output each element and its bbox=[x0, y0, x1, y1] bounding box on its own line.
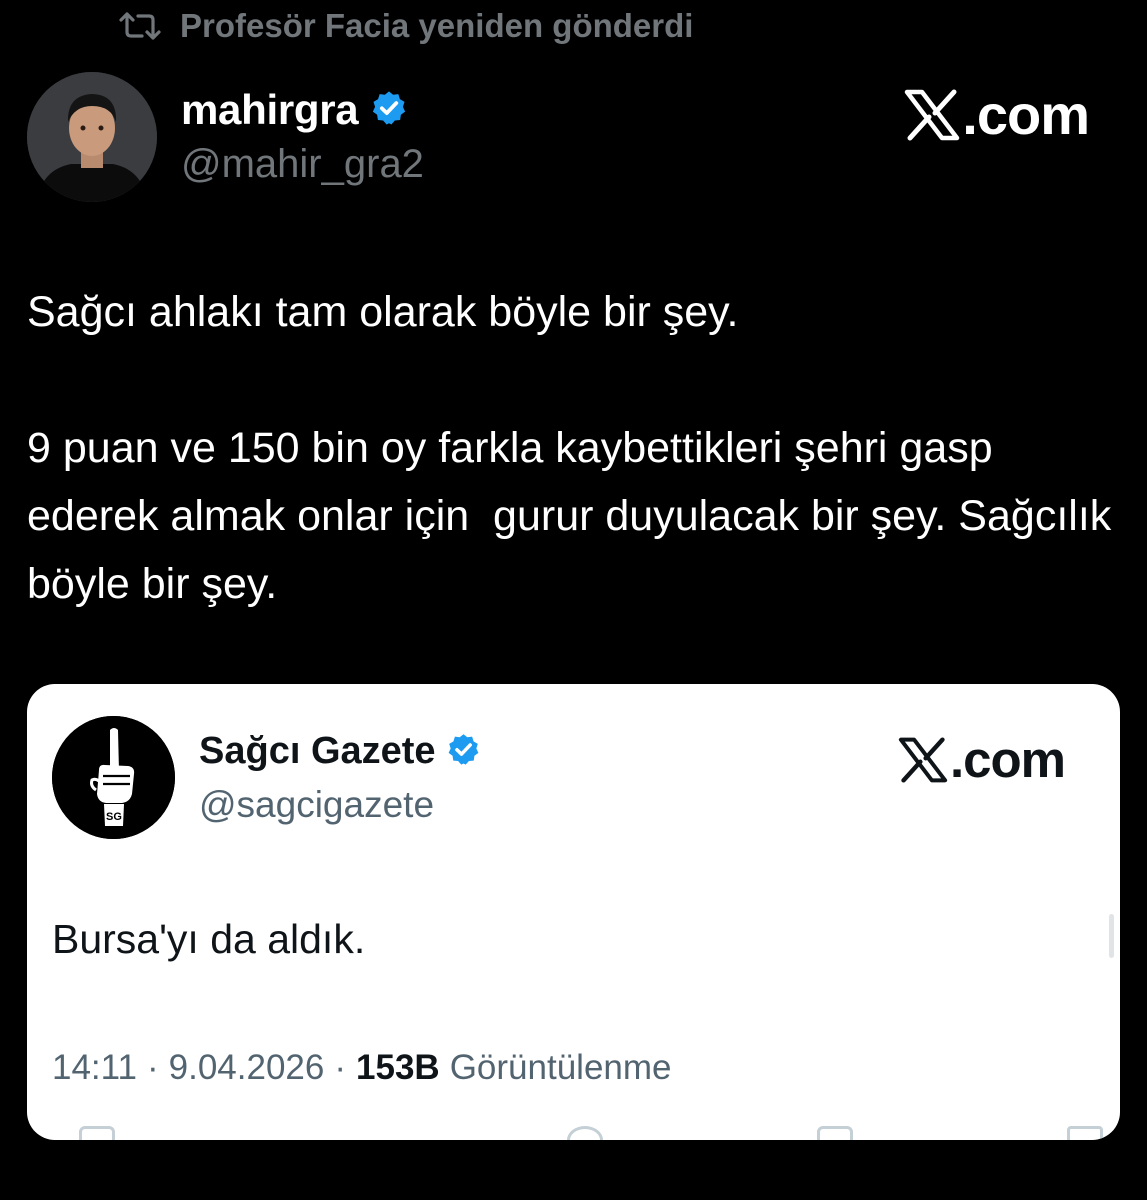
quoted-author-avatar[interactable]: SG bbox=[52, 716, 175, 839]
bookmark-icon[interactable] bbox=[817, 1126, 853, 1140]
x-com-watermark: .com bbox=[904, 82, 1090, 147]
tweet-time[interactable]: 14:11 bbox=[52, 1048, 137, 1088]
quoted-author-name-row: Sağcı Gazete bbox=[199, 730, 481, 773]
meta-separator: · bbox=[334, 1048, 347, 1087]
scrollbar[interactable] bbox=[1109, 914, 1114, 958]
x-logo-icon bbox=[904, 89, 962, 141]
meta-separator: · bbox=[147, 1048, 159, 1087]
author-name-row: mahirgra bbox=[181, 86, 408, 134]
author-avatar[interactable] bbox=[27, 72, 157, 202]
brand-domain: .com bbox=[962, 83, 1090, 146]
quoted-author-handle[interactable]: @sagcigazete bbox=[199, 784, 434, 826]
svg-text:SG: SG bbox=[106, 811, 122, 823]
repost-indicator[interactable]: Profesör Facia yeniden gönderdi bbox=[118, 4, 693, 48]
author-name[interactable]: mahirgra bbox=[181, 86, 359, 134]
views-label: Görüntülenme bbox=[449, 1048, 672, 1087]
author-handle[interactable]: @mahir_gra2 bbox=[181, 142, 424, 187]
x-logo-icon bbox=[898, 736, 950, 783]
tweet-paragraph: Sağcı ahlakı tam olarak böyle bir şey. bbox=[27, 288, 739, 336]
quoted-tweet-card[interactable]: SG Sağcı Gazete @sagcigazete .com Bursa'… bbox=[27, 684, 1120, 1140]
reply-icon[interactable] bbox=[79, 1126, 115, 1140]
quoted-tweet-text: Bursa'yı da aldık. bbox=[52, 916, 366, 962]
repost-icon[interactable] bbox=[567, 1126, 603, 1140]
tweet-text: Sağcı ahlakı tam olarak böyle bir şey. 9… bbox=[27, 278, 1122, 618]
quoted-tweet-meta: 14:11 · 9.04.2026 · 153B Görüntülenme bbox=[52, 1048, 672, 1088]
quoted-author-name[interactable]: Sağcı Gazete bbox=[199, 730, 436, 773]
tweet-date[interactable]: 9.04.2026 bbox=[169, 1048, 325, 1088]
views-count[interactable]: 153B bbox=[356, 1048, 440, 1088]
verified-badge-icon bbox=[446, 732, 481, 772]
repost-text: Profesör Facia yeniden gönderdi bbox=[180, 7, 694, 44]
verified-badge-icon bbox=[370, 89, 408, 132]
x-com-watermark: .com bbox=[898, 730, 1066, 789]
brand-domain: .com bbox=[949, 731, 1066, 788]
share-icon[interactable] bbox=[1067, 1126, 1103, 1140]
tweet-header: mahirgra @mahir_gra2 .com bbox=[27, 72, 1147, 202]
repost-icon bbox=[118, 10, 162, 42]
tweet-paragraph: 9 puan ve 150 bin oy farkla kaybettikler… bbox=[27, 424, 1124, 608]
